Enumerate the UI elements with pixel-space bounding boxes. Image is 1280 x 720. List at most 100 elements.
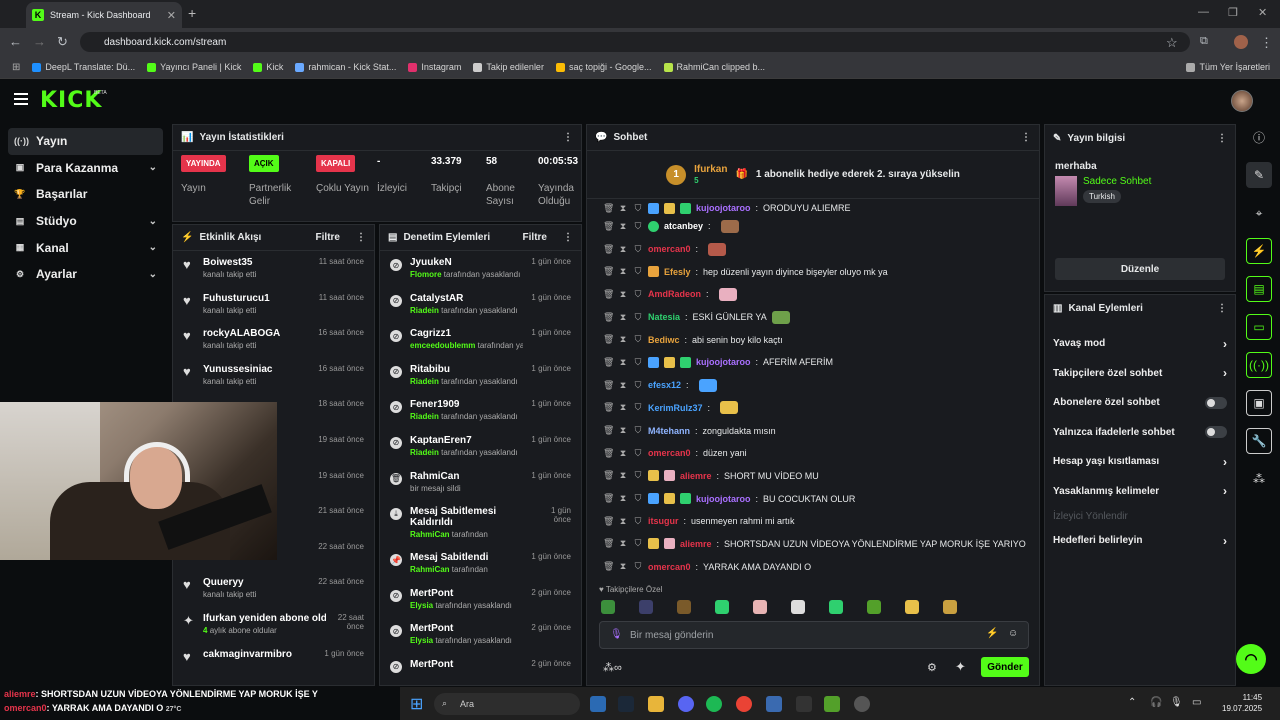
chat-username[interactable]: itsugur [648,516,679,526]
reload-icon[interactable]: ↻ [57,34,68,50]
sidebar-item-basarilar[interactable]: 🏆 Başarılar [8,181,163,208]
explorer-icon[interactable] [648,696,664,712]
trash-icon[interactable]: 🗑 [603,538,614,549]
timeout-icon[interactable]: ⧗ [618,448,628,459]
timeout-icon[interactable]: ⧗ [618,203,628,214]
emote[interactable] [829,600,843,614]
trash-icon[interactable]: 🗑 [603,289,614,300]
more-icon[interactable]: ⋮ [1217,133,1227,144]
taskview-icon[interactable] [590,696,606,712]
emoji-icon[interactable]: ☺ [1008,628,1018,639]
headset-icon[interactable]: 🎧 [1150,697,1162,708]
minimize-icon[interactable]: — [1198,6,1209,18]
tray-chevron-icon[interactable]: ⌃ [1128,697,1136,708]
trash-icon[interactable]: 🗑 [603,380,614,391]
tag-chip[interactable]: Turkish [1083,190,1121,203]
close-window-icon[interactable]: ✕ [1258,6,1267,19]
chat-username[interactable]: M4tehann [648,426,690,436]
pencil-icon[interactable]: ✎ [1246,162,1272,188]
chat-username[interactable]: Natesia [648,312,680,322]
trash-icon[interactable]: 🗑 [603,470,614,481]
timeout-icon[interactable]: ⧗ [618,493,628,504]
more-icon[interactable]: ⋮ [356,232,366,243]
channel-action-2[interactable]: Abonelere özel sohbet [1045,388,1235,418]
emote[interactable] [943,600,957,614]
trash-icon[interactable]: 🗑 [603,357,614,368]
bookmark-item[interactable]: saç topiği - Google... [555,62,652,72]
tab-close-icon[interactable]: ✕ [167,9,176,22]
channel-action-4[interactable]: Hesap yaşı kısıtlaması › [1045,447,1235,477]
emote[interactable] [867,600,881,614]
chat-username[interactable]: kujoojotaroo [696,494,751,504]
channel-action-5[interactable]: Yasaklanmış kelimeler › [1045,477,1235,507]
timeout-icon[interactable]: ⧗ [618,402,628,413]
toggle-switch[interactable] [1205,396,1227,409]
obs-icon[interactable] [854,696,870,712]
chat-username[interactable]: Bediwc [648,335,680,345]
sidebar-item-ayarlar[interactable]: ⚙ Ayarlar ⌄ [8,261,163,288]
timeout-icon[interactable]: ⧗ [618,561,628,572]
bolt-icon[interactable]: ⚡ [1246,238,1272,264]
badge-icon[interactable]: ✦ [955,659,966,675]
emote[interactable] [601,600,615,614]
trash-icon[interactable]: 🗑 [603,203,614,214]
bookmark-item[interactable]: RahmiCan clipped b... [663,62,765,72]
trash-icon[interactable]: 🗑 [603,561,614,572]
trash-icon[interactable]: 🗑 [603,221,614,232]
tray-mic-icon[interactable]: 🎙 [1170,697,1183,708]
star-icon[interactable]: ☆ [1166,35,1178,51]
minecraft-icon[interactable] [824,696,840,712]
back-icon[interactable]: ← [9,34,22,49]
bookmark-item[interactable]: Takip edilenler [473,62,544,72]
timeout-icon[interactable]: ⧗ [618,266,628,277]
app-icon[interactable] [766,696,782,712]
channel-action-0[interactable]: Yavaş mod › [1045,329,1235,359]
new-tab-icon[interactable]: + [188,5,196,21]
chat-username[interactable]: kujoojotaroo [696,357,751,367]
bookmark-item[interactable]: Instagram [408,62,461,72]
sidebar-item-kanal[interactable]: ▦ Kanal ⌄ [8,234,163,261]
timeout-icon[interactable]: ⧗ [618,538,628,549]
timeout-icon[interactable]: ⧗ [618,244,628,255]
timeout-icon[interactable]: ⧗ [618,334,628,345]
timeout-icon[interactable]: ⧗ [618,516,628,527]
send-button[interactable]: Gönder [981,657,1029,677]
spotify-icon[interactable] [706,696,722,712]
mic-icon[interactable]: 🎙 [610,629,623,640]
pinned-gift-banner[interactable]: 1 Ifurkan 5 🎁 1 abonelik hediye ederek 2.… [587,151,1039,199]
taskbar-clock[interactable]: 11:45 19.07.2025 [1222,692,1262,714]
sidebar-item-yayin[interactable]: ((·)) Yayın [8,128,163,155]
chat-username[interactable]: atcanbey [664,221,703,231]
emote[interactable] [677,600,691,614]
browser-tab[interactable]: K Stream - Kick Dashboard ✕ [26,2,182,28]
toggle-switch[interactable] [1205,426,1227,439]
filter-button[interactable]: Filtre [523,232,547,243]
trash-icon[interactable]: 🗑 [603,312,614,323]
layout-icon[interactable]: ▣ [1246,390,1272,416]
wrench-icon[interactable]: 🔧 [1246,428,1272,454]
profile-avatar[interactable] [1234,35,1248,49]
taskbar-search[interactable]: ⌕ Ara [434,693,580,715]
url-bar[interactable]: dashboard.kick.com/stream [80,32,1190,52]
chat-username[interactable]: Efesly [664,267,691,277]
chat-username[interactable]: AmdRadeon [648,289,701,299]
channel-action-1[interactable]: Takipçilere özel sohbet › [1045,359,1235,389]
windows-start-icon[interactable]: ⊞ [410,694,423,714]
chat-username[interactable]: KerimRulz37 [648,403,703,413]
chat-username[interactable]: omercan0 [648,244,691,254]
more-icon[interactable]: ⋮ [1217,303,1227,314]
trash-icon[interactable]: 🗑 [603,334,614,345]
trash-icon[interactable]: 🗑 [603,402,614,413]
bookmark-item[interactable]: Kick [253,62,283,72]
trash-icon[interactable]: 🗑 [603,266,614,277]
extensions-icon[interactable]: ⧉ [1200,35,1208,48]
chat-username[interactable]: omercan0 [648,562,691,572]
grid-icon[interactable]: ⁂ [1246,466,1272,492]
settings-icon[interactable]: ⚙ [927,661,937,674]
chat-username[interactable]: aliemre [680,539,712,549]
all-bookmarks[interactable]: Tüm Yer İşaretleri [1186,62,1280,72]
discord-icon[interactable] [678,696,694,712]
network-icon[interactable]: ▭ [1192,697,1201,708]
trash-icon[interactable]: 🗑 [603,244,614,255]
chat-username[interactable]: omercan0 [648,448,691,458]
